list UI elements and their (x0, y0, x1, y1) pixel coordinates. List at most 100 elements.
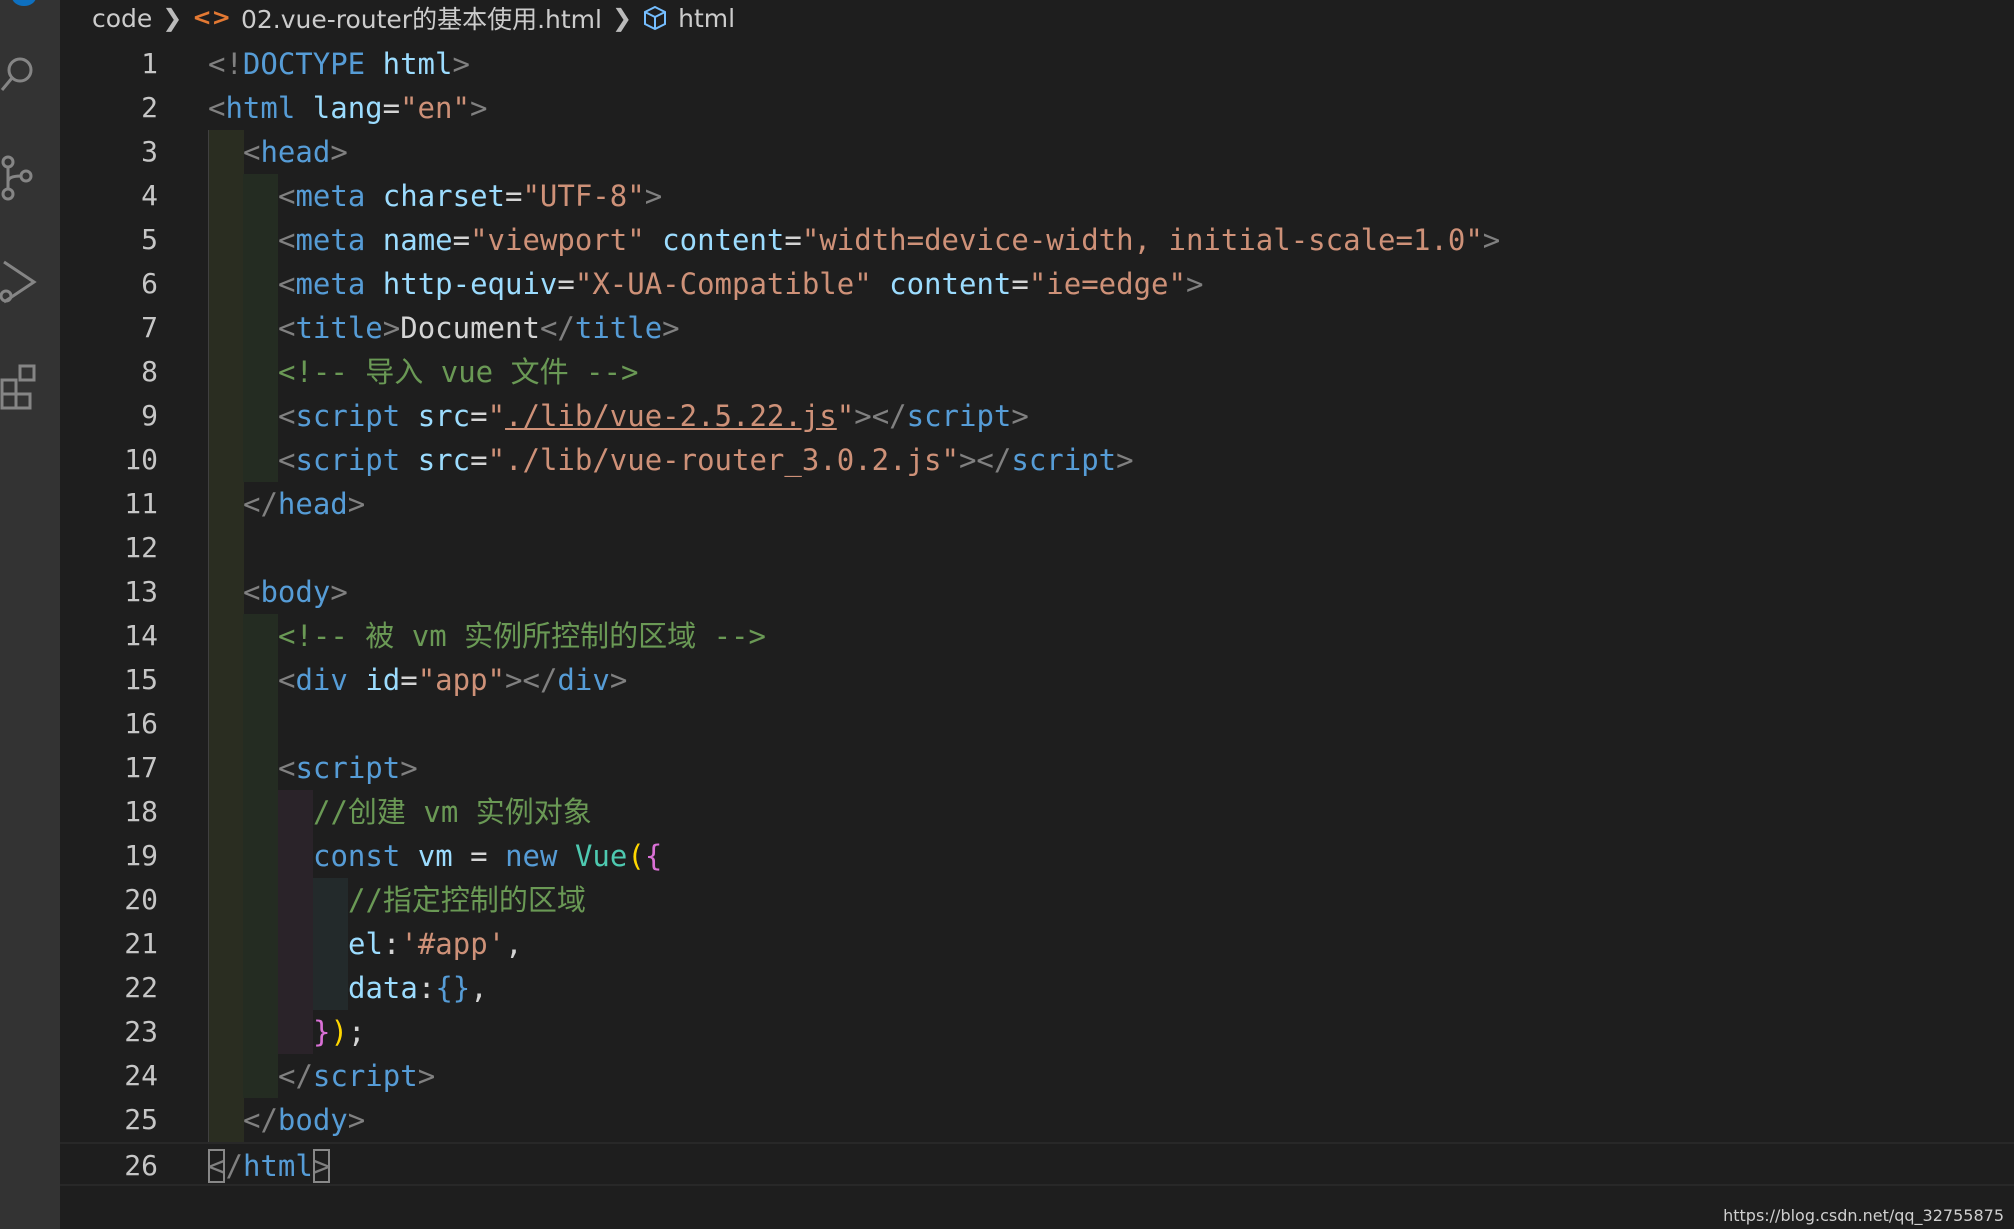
code-line[interactable]: 23}); (60, 1010, 2014, 1054)
code-line[interactable]: 10 <script src="./lib/vue-router_3.0.2.js… (60, 438, 2014, 482)
line-number: 15 (124, 663, 158, 696)
code-line[interactable]: 4 <meta charset="UTF-8"> (60, 174, 2014, 218)
code-token: id (365, 663, 401, 697)
breadcrumb-file[interactable]: 02.vue-router的基本使用.html (241, 0, 602, 36)
indent-guide (243, 174, 278, 218)
line-number: 24 (124, 1059, 158, 1092)
code-line[interactable]: 16 (60, 702, 2014, 746)
code-line[interactable]: 19 const vm = new Vue({ (60, 834, 2014, 878)
indent-guide (243, 702, 278, 746)
code-line[interactable]: 2 <html lang="en"> (60, 86, 2014, 130)
code-line[interactable]: 22 data:{}, (60, 966, 2014, 1010)
breadcrumb-folder[interactable]: code (92, 4, 152, 33)
code-line[interactable]: 7 <title>Document</title> (60, 306, 2014, 350)
indent-guide (208, 746, 244, 790)
code-line[interactable]: 26 </html> (60, 1142, 2014, 1186)
code-token: > (1116, 443, 1134, 477)
code-token: http-equiv (382, 267, 558, 301)
code-token: < (208, 91, 226, 125)
code-token: < (278, 311, 296, 345)
line-number: 7 (141, 311, 158, 344)
code-line[interactable]: 20 //指定控制的区域 (60, 878, 2014, 922)
code-token: body (277, 1103, 348, 1137)
code-line[interactable]: 5 <meta name="viewport" content="width=de… (60, 218, 2014, 262)
run-debug-icon[interactable] (0, 256, 40, 308)
code-token: ) (330, 1015, 348, 1049)
code-token: content (889, 267, 1012, 301)
code-text: <!-- 导入 vue 文件 --> (278, 350, 638, 394)
code-line[interactable]: 14 <!-- 被 vm 实例所控制的区域 --> (60, 614, 2014, 658)
code-token: < (243, 135, 261, 169)
indent-guide (208, 834, 244, 878)
code-line[interactable]: 24 </script> (60, 1054, 2014, 1098)
code-line[interactable]: 13 <body> (60, 570, 2014, 614)
indent-guide (278, 834, 313, 878)
indent-guide (313, 966, 348, 1010)
code-token: < (278, 443, 296, 477)
code-editor[interactable]: 1 <!DOCTYPE html> 2 <html lang="en"> 3 <head>… (60, 42, 2014, 1192)
code-token: "./lib/vue-router_3.0.2.js" (487, 443, 959, 477)
code-token: body (260, 575, 331, 609)
code-line[interactable]: 25 </body> (60, 1098, 2014, 1142)
code-token: : (417, 971, 436, 1005)
chevron-right-icon: ❯ (162, 4, 183, 32)
code-token: > (1482, 223, 1501, 257)
code-token: : (382, 927, 401, 961)
code-line[interactable]: 12 (60, 526, 2014, 570)
line-number: 17 (124, 751, 158, 784)
search-icon[interactable] (0, 46, 40, 98)
code-token: = (557, 267, 575, 301)
code-line[interactable]: 15 <div id="app"></div> (60, 658, 2014, 702)
code-token: > (1185, 267, 1204, 301)
code-token: <!-- 导入 vue 文件 --> (278, 355, 639, 389)
code-token: > (644, 179, 663, 213)
code-token: > (312, 1149, 331, 1183)
indent-guide (208, 526, 244, 570)
code-token: ( (627, 839, 645, 873)
indent-guide (208, 130, 244, 174)
indent-guide (243, 614, 278, 658)
code-line[interactable]: 8 <!-- 导入 vue 文件 --> (60, 350, 2014, 394)
code-line[interactable]: 18 //创建 vm 实例对象 (60, 790, 2014, 834)
code-token: html (225, 91, 296, 125)
source-control-icon[interactable] (0, 152, 40, 204)
code-text: <meta charset="UTF-8"> (278, 174, 662, 218)
watermark-url: https://blog.csdn.net/qq_32755875 (1723, 1206, 2004, 1225)
code-text: <body> (243, 570, 348, 614)
code-token: content (662, 223, 785, 257)
indent-guide (243, 350, 278, 394)
extensions-icon[interactable] (0, 360, 40, 412)
breadcrumb-symbol[interactable]: html (678, 4, 735, 33)
code-line[interactable]: 6 <meta http-equiv="X-UA-Compatible" cont… (60, 262, 2014, 306)
code-line[interactable]: 11 </head> (60, 482, 2014, 526)
indent-guide (208, 394, 244, 438)
code-token: meta (295, 267, 366, 301)
indent-guides (208, 526, 408, 570)
code-line[interactable]: 21 el:'#app', (60, 922, 2014, 966)
code-token: < (278, 179, 296, 213)
code-token: " (487, 399, 506, 433)
indent-guide (243, 438, 278, 482)
code-token: > (330, 135, 348, 169)
code-token: > (469, 91, 488, 125)
code-line[interactable]: 1 <!DOCTYPE html> (60, 42, 2014, 86)
indent-guide (243, 262, 278, 306)
code-token[interactable]: ./lib/vue-2.5.22.js (505, 399, 837, 433)
line-number: 25 (124, 1103, 158, 1136)
indent-guide (208, 966, 244, 1010)
indent-guide (208, 570, 244, 614)
code-line[interactable]: 3 <head> (60, 130, 2014, 174)
code-token: </ (243, 487, 278, 521)
code-token: src (417, 399, 471, 433)
code-token: = (505, 179, 523, 213)
code-token: = (470, 399, 488, 433)
cube-icon (644, 5, 667, 31)
code-line[interactable]: 17 <script> (60, 746, 2014, 790)
code-line[interactable]: 9 <script src="./lib/vue-2.5.22.js"></scr… (60, 394, 2014, 438)
